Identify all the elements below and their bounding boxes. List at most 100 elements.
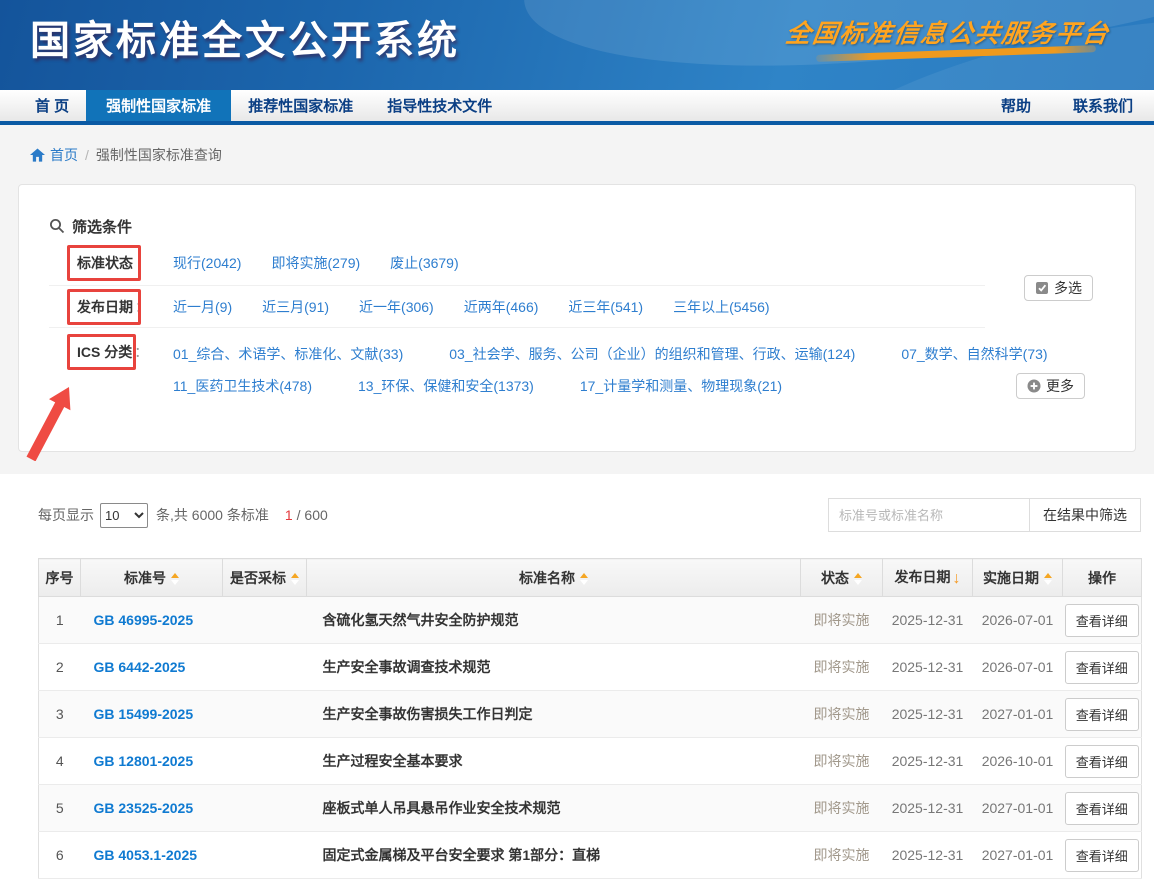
header-adopted[interactable]: 是否采标 — [223, 559, 307, 597]
breadcrumb-separator: / — [85, 147, 89, 163]
publish-date-cell: 2025-12-31 — [883, 691, 973, 738]
filter-title: 筛选条件 — [19, 185, 1135, 237]
implement-date-cell: 2027-01-01 — [973, 691, 1063, 738]
standard-code-link[interactable]: GB 12801-2025 — [81, 753, 194, 769]
filter-row-status: 标准状态 现行(2042) 即将实施(279) 废止(3679) — [49, 241, 985, 285]
filter-option-active[interactable]: 现行(2042) — [173, 253, 241, 273]
standard-code-link[interactable]: GB 4053.1-2025 — [81, 847, 198, 863]
filter-option-ics-03[interactable]: 03_社会学、服务、公司（企业）的组织和管理、行政、运输(124) — [449, 344, 855, 364]
view-detail-button[interactable]: 查看详细 — [1065, 792, 1139, 825]
magnifier-icon — [49, 218, 65, 234]
filter-title-label: 筛选条件 — [72, 216, 132, 237]
header-actions: 操作 — [1063, 559, 1142, 597]
status-cell: 即将实施 — [801, 644, 883, 691]
results-panel: 每页显示 10 条,共 6000 条标准 1 / 600 在结果中筛选 序号 标… — [0, 474, 1154, 888]
adopted-cell — [223, 691, 307, 738]
header-status[interactable]: 状态 — [801, 559, 883, 597]
sort-icon — [171, 573, 179, 585]
standard-code-link[interactable]: GB 6442-2025 — [81, 659, 186, 675]
filter-option-last-2-years[interactable]: 近两年(466) — [464, 297, 539, 317]
row-index: 1 — [39, 597, 81, 644]
nav-item-contact[interactable]: 联系我们 — [1052, 90, 1154, 121]
view-detail-button[interactable]: 查看详细 — [1065, 651, 1139, 684]
filter-date-options: 近一月(9) 近三月(91) 近一年(306) 近两年(466) 近三年(541… — [173, 297, 770, 317]
nav-item-guiding-documents[interactable]: 指导性技术文件 — [370, 90, 509, 121]
filter-date-label: 发布日期 — [77, 297, 133, 317]
filter-option-last-month[interactable]: 近一月(9) — [173, 297, 232, 317]
filter-status-options: 现行(2042) 即将实施(279) 废止(3679) — [173, 253, 459, 273]
total-count-label: 条,共 6000 条标准 — [156, 505, 269, 525]
table-row: 5 GB 23525-2025 座板式单人吊具悬吊作业安全技术规范 即将实施 2… — [39, 785, 1142, 832]
filter-option-ics-17[interactable]: 17_计量学和测量、物理现象(21) — [580, 376, 782, 396]
adopted-cell — [223, 832, 307, 879]
adopted-cell — [223, 738, 307, 785]
search-in-results-button[interactable]: 在结果中筛选 — [1030, 498, 1141, 532]
filter-panel: 筛选条件 标准状态 现行(2042) 即将实施(279) 废止(3679) 发布… — [18, 184, 1136, 452]
status-cell: 即将实施 — [801, 832, 883, 879]
standard-code-link[interactable]: GB 23525-2025 — [81, 800, 194, 816]
filter-option-over-3-years[interactable]: 三年以上(5456) — [673, 297, 769, 317]
header-standard-code[interactable]: 标准号 — [81, 559, 223, 597]
standard-code-link[interactable]: GB 15499-2025 — [81, 706, 194, 722]
row-index: 3 — [39, 691, 81, 738]
filter-option-ics-01[interactable]: 01_综合、术语学、标准化、文献(33) — [173, 344, 403, 364]
publish-date-cell: 2025-12-31 — [883, 832, 973, 879]
status-cell: 即将实施 — [801, 597, 883, 644]
table-row: 6 GB 4053.1-2025 固定式金属梯及平台安全要求 第1部分：直梯 即… — [39, 832, 1142, 879]
standard-name: 生产安全事故伤害损失工作日判定 — [307, 691, 801, 738]
publish-date-cell: 2025-12-31 — [883, 597, 973, 644]
filter-option-ics-11[interactable]: 11_医药卫生技术(478) — [173, 376, 312, 396]
filter-option-upcoming[interactable]: 即将实施(279) — [271, 253, 360, 273]
view-detail-button[interactable]: 查看详细 — [1065, 839, 1139, 872]
site-title: 国家标准全文公开系统 — [30, 8, 460, 66]
sort-icon — [580, 573, 588, 585]
status-cell: 即将实施 — [801, 738, 883, 785]
view-detail-button[interactable]: 查看详细 — [1065, 745, 1139, 778]
nav-right-group: 帮助 联系我们 — [962, 90, 1154, 121]
standard-code-link[interactable]: GB 46995-2025 — [81, 612, 194, 628]
filter-option-abolished[interactable]: 废止(3679) — [390, 253, 458, 273]
search-input[interactable] — [828, 498, 1030, 532]
status-cell: 即将实施 — [801, 785, 883, 832]
nav-item-mandatory-standards[interactable]: 强制性国家标准 — [86, 90, 231, 121]
nav-item-recommended-standards[interactable]: 推荐性国家标准 — [231, 90, 370, 121]
implement-date-cell: 2026-07-01 — [973, 597, 1063, 644]
nav-item-home[interactable]: 首 页 — [18, 90, 86, 121]
table-row: 1 GB 46995-2025 含硫化氢天然气井安全防护规范 即将实施 2025… — [39, 597, 1142, 644]
header-implement-date[interactable]: 实施日期 — [973, 559, 1063, 597]
table-row: 3 GB 15499-2025 生产安全事故伤害损失工作日判定 即将实施 202… — [39, 691, 1142, 738]
standard-name: 生产安全事故调查技术规范 — [307, 644, 801, 691]
header-publish-date[interactable]: 发布日期↓ — [883, 559, 973, 597]
standard-name: 生产过程安全基本要求 — [307, 738, 801, 785]
sort-desc-icon: ↓ — [953, 570, 961, 587]
per-page-select[interactable]: 10 — [100, 503, 148, 528]
filter-option-last-3-years[interactable]: 近三年(541) — [568, 297, 643, 317]
view-detail-button[interactable]: 查看详细 — [1065, 698, 1139, 731]
breadcrumb: 首页 / 强制性国家标准查询 — [0, 125, 1154, 180]
platform-logo-text: 全国标准信息公共服务平台 — [783, 14, 1112, 50]
standard-name: 含硫化氢天然气井安全防护规范 — [307, 597, 801, 644]
standard-name: 固定式金属梯及平台安全要求 第1部分：直梯 — [307, 832, 801, 879]
nav-item-help[interactable]: 帮助 — [980, 90, 1052, 121]
current-page-number: 1 — [285, 507, 293, 523]
view-detail-button[interactable]: 查看详细 — [1065, 604, 1139, 637]
filter-option-last-3-months[interactable]: 近三月(91) — [262, 297, 329, 317]
publish-date-cell: 2025-12-31 — [883, 785, 973, 832]
multi-select-button[interactable]: 多选 — [1024, 275, 1093, 301]
row-index: 5 — [39, 785, 81, 832]
publish-date-cell: 2025-12-31 — [883, 644, 973, 691]
site-banner: 国家标准全文公开系统 全国标准信息公共服务平台 — [0, 0, 1154, 90]
header-standard-name[interactable]: 标准名称 — [307, 559, 801, 597]
sort-icon — [291, 573, 299, 585]
status-cell: 即将实施 — [801, 691, 883, 738]
breadcrumb-home-link[interactable]: 首页 — [30, 145, 78, 165]
filter-option-ics-07[interactable]: 07_数学、自然科学(73) — [901, 344, 1047, 364]
implement-date-cell: 2027-01-01 — [973, 832, 1063, 879]
filter-option-ics-13[interactable]: 13_环保、保健和安全(1373) — [358, 376, 534, 396]
more-button[interactable]: 更多 — [1016, 373, 1085, 399]
total-pages: / 600 — [297, 507, 328, 523]
result-search-group: 在结果中筛选 — [828, 498, 1141, 532]
standard-name: 座板式单人吊具悬吊作业安全技术规范 — [307, 785, 801, 832]
publish-date-cell: 2025-12-31 — [883, 738, 973, 785]
filter-option-last-year[interactable]: 近一年(306) — [359, 297, 434, 317]
